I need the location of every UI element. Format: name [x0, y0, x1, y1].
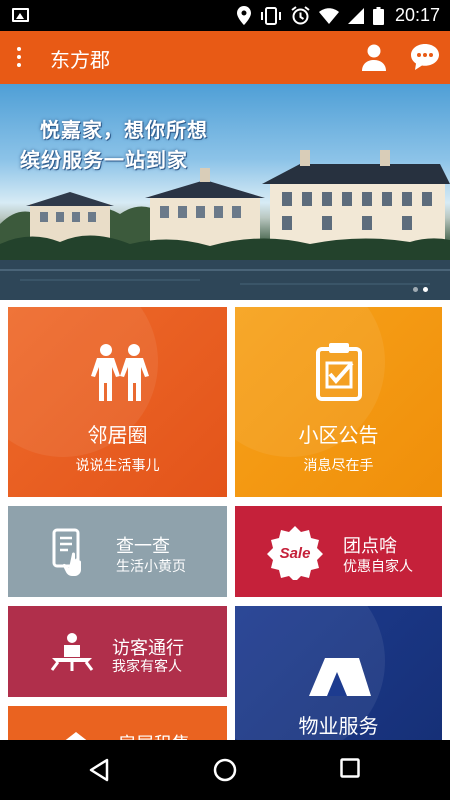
- back-icon[interactable]: [88, 758, 110, 782]
- banner-pager: [413, 287, 428, 292]
- alarm-icon: [291, 6, 310, 25]
- tile-community-notice[interactable]: 小区公告 消息尽在手: [235, 307, 442, 497]
- location-icon: [236, 6, 251, 25]
- chat-icon[interactable]: [410, 43, 440, 71]
- more-vert-icon[interactable]: [10, 44, 28, 72]
- sale-badge-text: Sale: [280, 545, 311, 562]
- app-bar: 东方郡: [0, 31, 450, 84]
- phone-touch-icon: [52, 528, 81, 576]
- app-title: 东方郡: [50, 48, 110, 72]
- tile-title: 物业服务: [298, 714, 379, 738]
- user-icon[interactable]: [360, 43, 388, 71]
- tile-title: 团点啥: [343, 536, 397, 557]
- recents-icon[interactable]: [340, 758, 360, 778]
- tile-property-services[interactable]: 物业服务: [235, 606, 442, 746]
- tile-group-buy[interactable]: Sale 团点啥 优惠自家人: [235, 506, 442, 597]
- tile-subtitle: 我家有客人: [112, 659, 182, 675]
- people-icon: [91, 344, 149, 401]
- tile-title: 邻居圈: [87, 423, 148, 447]
- tile-title: 查一查: [116, 536, 170, 557]
- tile-visitor-pass[interactable]: 访客通行 我家有客人: [8, 606, 227, 697]
- visitor-icon: [50, 633, 94, 671]
- image-icon: [12, 8, 29, 22]
- banner-slogan-line2: 缤纷服务一站到家: [20, 148, 188, 172]
- tent-icon: [309, 658, 371, 696]
- pager-dot: [413, 287, 418, 292]
- promo-banner[interactable]: 悦嘉家，想你所想 缤纷服务一站到家: [0, 84, 450, 300]
- banner-slogan-line1: 悦嘉家，想你所想: [40, 118, 208, 142]
- sale-badge-icon: Sale: [267, 526, 323, 580]
- tile-neighbor-circle[interactable]: 邻居圈 说说生活事儿: [8, 307, 227, 497]
- clipboard-check-icon: [316, 343, 362, 401]
- tile-title: 小区公告: [298, 423, 379, 447]
- status-time: 20:17: [394, 5, 440, 25]
- battery-icon: [372, 6, 384, 25]
- tile-subtitle: 生活小黄页: [116, 559, 186, 575]
- status-bar: 20:17: [0, 0, 450, 31]
- wifi-icon: [318, 7, 339, 24]
- tile-search[interactable]: 查一查 生活小黄页: [8, 506, 227, 597]
- tile-subtitle: 消息尽在手: [303, 458, 374, 474]
- vibrate-icon: [260, 6, 281, 25]
- pager-dot-active: [423, 287, 428, 292]
- tile-subtitle: 优惠自家人: [343, 559, 413, 575]
- home-icon[interactable]: [213, 758, 237, 782]
- system-nav-bar: [0, 740, 450, 800]
- signal-icon: [347, 7, 364, 24]
- tile-subtitle: 说说生活事儿: [75, 458, 160, 474]
